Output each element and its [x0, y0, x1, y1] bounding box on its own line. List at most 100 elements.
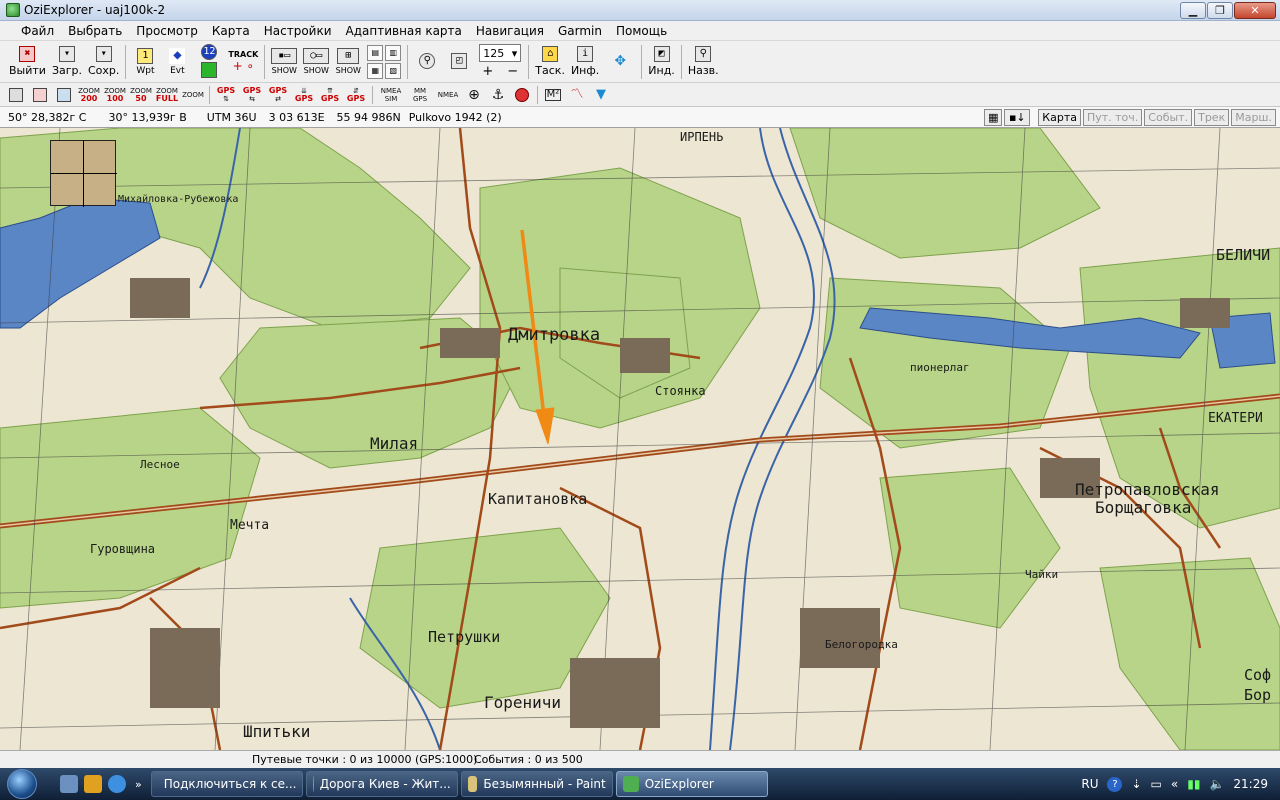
zoom-out-icon[interactable]: −: [507, 64, 518, 79]
tab-events[interactable]: Событ.: [1144, 108, 1193, 126]
task-paint[interactable]: Безымянный - Paint: [460, 771, 613, 797]
tool-b-icon[interactable]: ▥: [385, 44, 402, 61]
show-desktop-icon[interactable]: [60, 775, 78, 793]
task-connect[interactable]: Подключиться к се...: [150, 771, 303, 797]
help-icon[interactable]: ?: [1107, 776, 1123, 792]
m2-tool[interactable]: M²: [542, 85, 564, 105]
menu-help[interactable]: Помощь: [609, 21, 674, 41]
map-window-icon: ◰: [451, 52, 468, 69]
tab-waypoints[interactable]: Пут. точ.: [1082, 108, 1143, 126]
gps-route-icon: ⇆: [249, 94, 255, 103]
route-show-button[interactable]: ▪▭ SHOW: [268, 43, 300, 81]
info-button[interactable]: i Инф.: [568, 43, 602, 81]
ruler-tool[interactable]: [5, 85, 27, 105]
tool-d-icon[interactable]: ▧: [385, 62, 402, 79]
track-show-button[interactable]: TRACK + ∘: [225, 43, 261, 81]
start-button[interactable]: [0, 768, 44, 800]
separator: [407, 44, 409, 79]
clock[interactable]: 21:29: [1233, 777, 1268, 791]
gps-events[interactable]: ⇵ GPS: [344, 85, 368, 105]
language-indicator[interactable]: RU: [1081, 777, 1098, 791]
menu-garmin[interactable]: Garmin: [551, 21, 609, 41]
save-button[interactable]: ▾ Сохр.: [85, 43, 122, 81]
zoom-box[interactable]: ZOOM: [181, 85, 205, 105]
mm-gps-button[interactable]: MM GPS: [407, 85, 433, 105]
separator: [372, 85, 373, 104]
gps-download[interactable]: ⇊ GPS: [292, 85, 316, 105]
waypoint-button[interactable]: 1 Wpt: [129, 43, 161, 81]
point-show-button[interactable]: ○▭ SHOW: [300, 43, 332, 81]
media-player-icon[interactable]: [84, 775, 102, 793]
zoom-in-icon[interactable]: +: [482, 64, 493, 79]
nmea-button[interactable]: NMEA: [435, 85, 461, 105]
tray-expand-icon[interactable]: «: [1171, 777, 1178, 791]
internet-explorer-icon[interactable]: [108, 775, 126, 793]
anchor-tool[interactable]: ⚓: [487, 85, 509, 105]
overview-minimap[interactable]: [50, 140, 117, 207]
name-button[interactable]: ⚲ Назв.: [685, 43, 722, 81]
menu-select[interactable]: Выбрать: [61, 21, 129, 41]
gps-upload[interactable]: ⇈ GPS: [318, 85, 342, 105]
tray-apps-icon[interactable]: ▮▮: [1187, 777, 1200, 791]
screen-tool[interactable]: [53, 85, 75, 105]
load-button[interactable]: ▾ Загр.: [49, 43, 85, 81]
map-view-button[interactable]: ◰: [443, 43, 475, 81]
track-button[interactable]: 12: [193, 43, 225, 81]
tab-route[interactable]: Марш.: [1231, 108, 1276, 126]
zoom-200[interactable]: ZOOM 200: [77, 85, 101, 105]
event-button[interactable]: ◆ Evt: [161, 43, 193, 81]
tool-a-icon[interactable]: ▤: [367, 44, 384, 61]
zoom-50[interactable]: ZOOM 50: [129, 85, 153, 105]
quicklaunch-chevron-icon[interactable]: »: [135, 778, 142, 791]
move-map-button[interactable]: ✥: [602, 43, 638, 81]
volume-icon[interactable]: 🔈: [1209, 777, 1224, 791]
map-label-pionerlag: пионерлаг: [910, 361, 970, 374]
windows-orb-icon: [7, 769, 37, 799]
menu-settings[interactable]: Настройки: [257, 21, 339, 41]
northing: 55 94 986N: [336, 110, 401, 124]
menu-adaptive-map[interactable]: Адаптивная карта: [339, 21, 469, 41]
maximize-button[interactable]: ❐: [1207, 2, 1233, 19]
tray-network-icon[interactable]: ▭: [1151, 777, 1162, 791]
task-firefox[interactable]: Дорога Киев - Жит...: [305, 771, 458, 797]
beacon-tool[interactable]: ▼: [590, 85, 612, 105]
main-toolbar: ✖ Выйти ▾ Загр. ▾ Сохр. 1 Wpt ◆ Evt 12 T…: [0, 41, 1280, 83]
map-label-shpitki: Шпитьки: [243, 722, 311, 741]
map-canvas[interactable]: Дмитровка Милая Капитановка Стоянка Мечт…: [0, 128, 1280, 750]
topographic-map: [0, 128, 1280, 750]
exit-button[interactable]: ✖ Выйти: [6, 43, 49, 81]
task-button[interactable]: ⌂ Таск.: [532, 43, 568, 81]
menu-map[interactable]: Карта: [205, 21, 257, 41]
tab-map[interactable]: Карта: [1038, 108, 1081, 126]
track-green-icon: [201, 61, 218, 78]
map-label-bor: Бор: [1244, 686, 1272, 704]
gps-tracks[interactable]: GPS ⇄: [266, 85, 290, 105]
chevron-down-icon: ▾: [511, 46, 518, 60]
menu-view[interactable]: Просмотр: [129, 21, 205, 41]
zoom-select[interactable]: 125 ▾: [479, 44, 522, 62]
stop-tool[interactable]: [511, 85, 533, 105]
gps-waypoints[interactable]: GPS ⇅: [214, 85, 238, 105]
tray-arrow-icon[interactable]: ⇣: [1131, 777, 1141, 791]
ind-button[interactable]: ◩ Инд.: [645, 43, 678, 81]
tool-c-icon[interactable]: ▦: [367, 62, 384, 79]
menu-file[interactable]: Файл: [14, 21, 61, 41]
close-button[interactable]: ✕: [1234, 2, 1276, 19]
crosshair-tool[interactable]: ⊕: [463, 85, 485, 105]
save-list-icon[interactable]: ▪↓: [1004, 108, 1031, 126]
magnify-button[interactable]: ⚲: [411, 43, 443, 81]
gps-routes[interactable]: GPS ⇆: [240, 85, 264, 105]
points-icon: ○▭: [303, 48, 330, 64]
calibrate-tool[interactable]: [29, 85, 51, 105]
ozi-show-button[interactable]: ⊞ SHOW: [332, 43, 364, 81]
profile-tool[interactable]: 〽: [566, 85, 588, 105]
tab-track[interactable]: Трек: [1194, 108, 1230, 126]
menu-navigation[interactable]: Навигация: [469, 21, 551, 41]
minimize-button[interactable]: ▁: [1180, 2, 1206, 19]
zoom-full[interactable]: ZOOM FULL: [155, 85, 179, 105]
task-oziexplorer[interactable]: OziExplorer: [615, 771, 768, 797]
map-list-icon[interactable]: ▦: [984, 108, 1003, 126]
zoom-100[interactable]: ZOOM 100: [103, 85, 127, 105]
nmea-sim-button[interactable]: NMEA SIM: [377, 85, 405, 105]
anchor-icon: ⚓: [491, 86, 505, 103]
